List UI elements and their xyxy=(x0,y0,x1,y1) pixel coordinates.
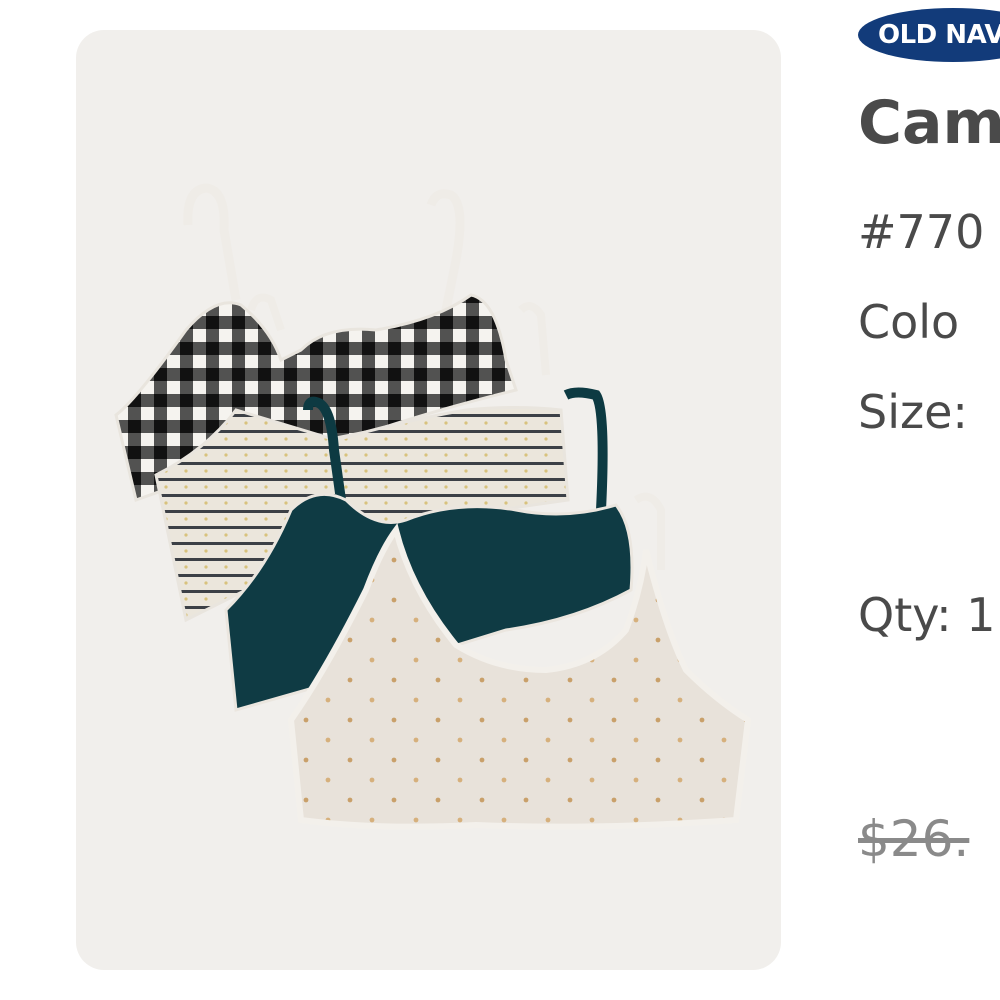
original-price: $26. xyxy=(858,810,970,868)
product-photo-illustration xyxy=(114,183,752,830)
product-title: Cam xyxy=(858,88,1000,158)
product-details: OLD NAVY Cam #770 Colo Size: Qty: 1 $26. xyxy=(858,0,1000,1000)
item-number: #770 xyxy=(858,205,985,259)
product-page: OLD NAVY Cam #770 Colo Size: Qty: 1 $26. xyxy=(0,0,1000,1000)
color-label: Colo xyxy=(858,295,960,349)
quantity-label[interactable]: Qty: 1 xyxy=(858,588,996,642)
size-label: Size: xyxy=(858,385,968,439)
product-image[interactable] xyxy=(76,30,781,970)
brand-logo[interactable]: OLD NAVY xyxy=(858,8,1000,62)
